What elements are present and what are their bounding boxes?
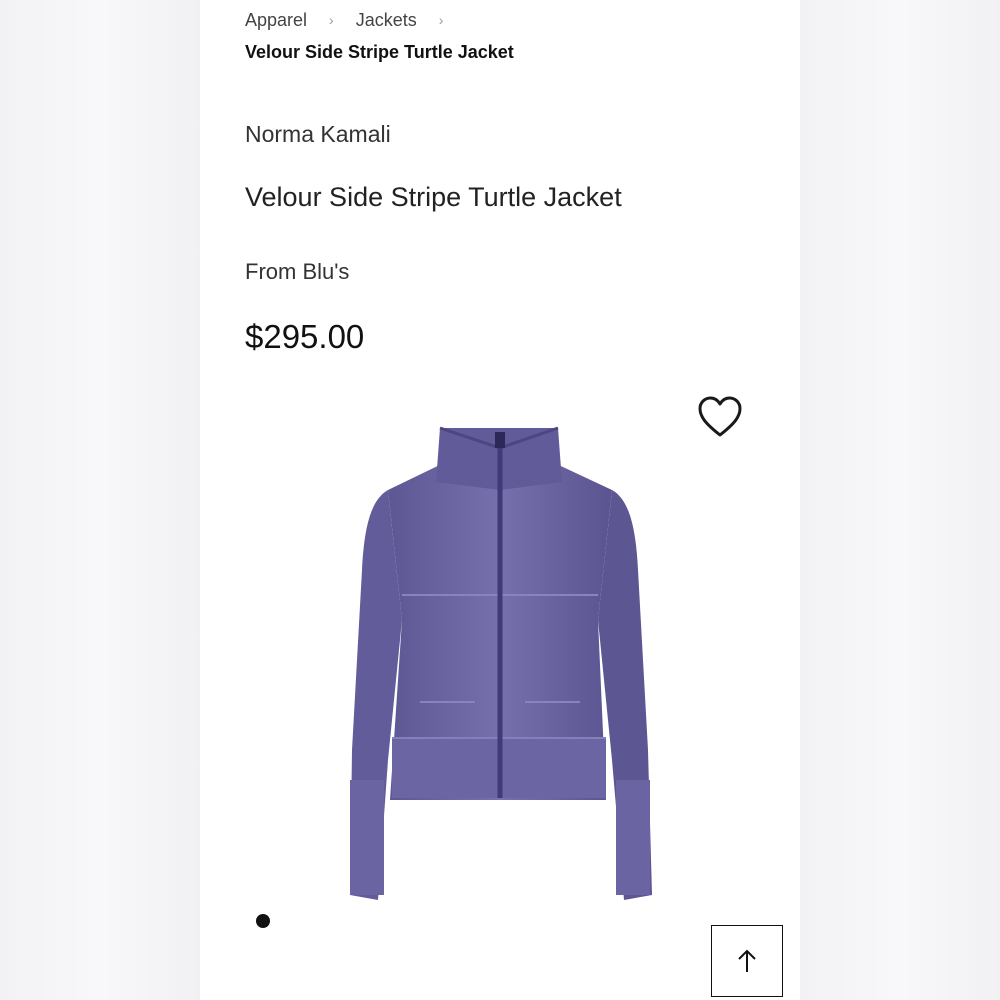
heart-outline-icon <box>698 396 742 437</box>
product-title: Velour Side Stripe Turtle Jacket <box>245 182 622 212</box>
breadcrumb-current: Velour Side Stripe Turtle Jacket <box>245 42 514 62</box>
product-price: $295.00 <box>245 318 365 355</box>
favorite-button[interactable] <box>696 394 744 440</box>
jacket-image <box>350 426 652 900</box>
breadcrumb-apparel-link[interactable]: Apparel <box>245 10 307 31</box>
product-image[interactable] <box>330 420 670 910</box>
product-brand[interactable]: Norma Kamali <box>245 121 391 148</box>
chevron-right-icon: › <box>438 12 444 28</box>
right-background <box>800 0 1000 1000</box>
product-page: Apparel › Jackets › Velour Side Stripe T… <box>200 0 800 1000</box>
seller-label[interactable]: From Blu's <box>245 259 349 285</box>
back-to-top-button[interactable] <box>711 925 783 997</box>
left-background <box>0 0 200 1000</box>
carousel-indicator-dot[interactable] <box>256 914 270 928</box>
breadcrumb-jackets-link[interactable]: Jackets <box>356 10 417 31</box>
chevron-right-icon: › <box>329 12 334 28</box>
arrow-up-icon <box>738 949 756 972</box>
breadcrumb: Apparel › Jackets › <box>245 8 465 32</box>
